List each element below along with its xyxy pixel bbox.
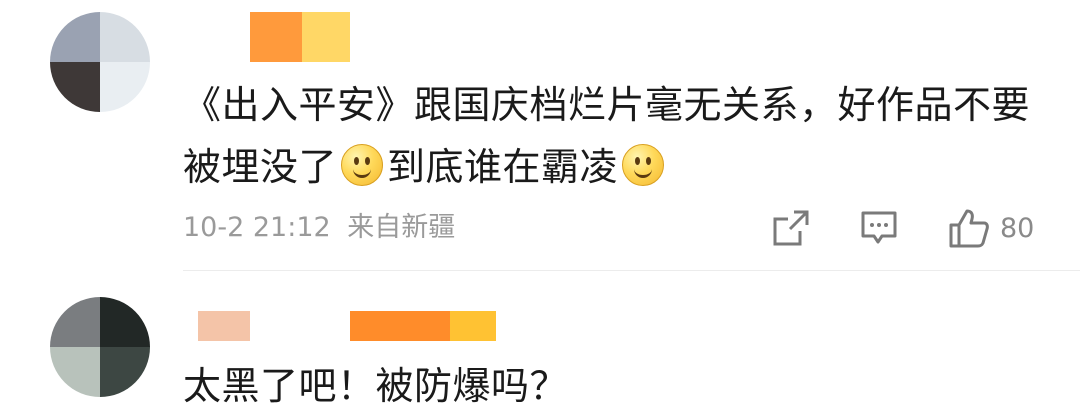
like-count: 80 [1000,212,1035,244]
comment-text: 《出入平安》跟国庆档烂片毫无关系，好作品不要被埋没了 到底谁在霸凌 [183,74,1063,198]
smile-emoji-icon [622,144,665,186]
avatar[interactable] [50,12,150,112]
username-blurred[interactable] [198,311,496,341]
like-button[interactable]: 80 [948,206,1034,250]
smile-emoji-icon [341,144,384,186]
comment-icon [861,211,897,244]
comment-2: 太黑了吧！被防爆吗？ [0,271,1080,411]
comment-actions: 80 [0,206,1080,250]
comment-1: 《出入平安》跟国庆档烂片毫无关系，好作品不要被埋没了 到底谁在霸凌 10-2 21… [0,0,1080,271]
comment-text-content: 太黑了吧！被防爆吗？ [183,364,569,408]
avatar[interactable] [50,297,150,397]
thumbs-up-icon [949,209,989,248]
reply-button[interactable] [860,206,898,250]
comment-text: 太黑了吧！被防爆吗？ [183,355,1063,417]
username-blurred[interactable] [250,12,350,62]
share-button[interactable] [772,206,810,250]
comment-text-part-2: 到底谁在霸凌 [387,145,619,189]
share-icon [773,210,809,246]
